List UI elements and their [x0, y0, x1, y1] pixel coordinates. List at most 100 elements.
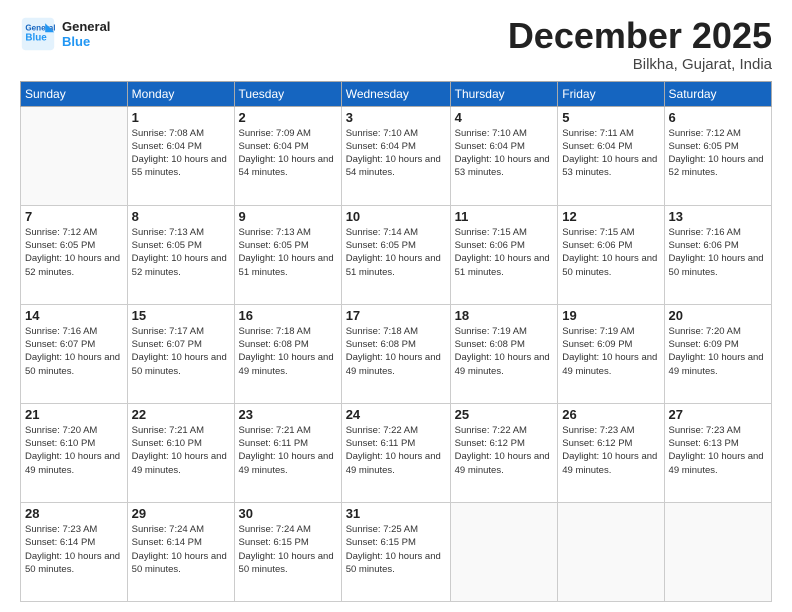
- calendar-cell: 8 Sunrise: 7:13 AM Sunset: 6:05 PM Daylig…: [127, 205, 234, 304]
- calendar-cell: 21 Sunrise: 7:20 AM Sunset: 6:10 PM Dayli…: [21, 403, 128, 502]
- weekday-header-friday: Friday: [558, 81, 664, 106]
- calendar-week-3: 14 Sunrise: 7:16 AM Sunset: 6:07 PM Dayli…: [21, 304, 772, 403]
- calendar-cell: 27Sunrise: 7:23 AM Sunset: 6:13 PM Dayli…: [664, 403, 771, 502]
- day-info: Sunrise: 7:19 AM Sunset: 6:09 PM Dayligh…: [562, 325, 659, 378]
- calendar-cell: 30Sunrise: 7:24 AM Sunset: 6:15 PM Dayli…: [234, 502, 341, 601]
- calendar-table: SundayMondayTuesdayWednesdayThursdayFrid…: [20, 81, 772, 602]
- calendar-cell: 17Sunrise: 7:18 AM Sunset: 6:08 PM Dayli…: [341, 304, 450, 403]
- day-info: Sunrise: 7:20 AM Sunset: 6:10 PM Dayligh…: [25, 424, 123, 477]
- day-number: 8: [132, 209, 230, 224]
- calendar-cell: 23Sunrise: 7:21 AM Sunset: 6:11 PM Dayli…: [234, 403, 341, 502]
- calendar-cell: 1 Sunrise: 7:08 AM Sunset: 6:04 PM Daylig…: [127, 106, 234, 205]
- day-info: Sunrise: 7:24 AM Sunset: 6:14 PM Dayligh…: [132, 523, 230, 576]
- day-info: Sunrise: 7:17 AM Sunset: 6:07 PM Dayligh…: [132, 325, 230, 378]
- day-info: Sunrise: 7:11 AM Sunset: 6:04 PM Dayligh…: [562, 127, 659, 180]
- day-info: Sunrise: 7:14 AM Sunset: 6:05 PM Dayligh…: [346, 226, 446, 279]
- day-info: Sunrise: 7:15 AM Sunset: 6:06 PM Dayligh…: [455, 226, 554, 279]
- calendar-week-5: 28 Sunrise: 7:23 AM Sunset: 6:14 PM Dayli…: [21, 502, 772, 601]
- calendar-cell: 7Sunrise: 7:12 AM Sunset: 6:05 PM Daylig…: [21, 205, 128, 304]
- day-info: Sunrise: 7:18 AM Sunset: 6:08 PM Dayligh…: [239, 325, 337, 378]
- calendar-cell: [558, 502, 664, 601]
- calendar-cell: 10 Sunrise: 7:14 AM Sunset: 6:05 PM Dayli…: [341, 205, 450, 304]
- calendar-cell: 22Sunrise: 7:21 AM Sunset: 6:10 PM Dayli…: [127, 403, 234, 502]
- logo-text: General Blue: [62, 19, 110, 49]
- calendar-week-1: 1 Sunrise: 7:08 AM Sunset: 6:04 PM Daylig…: [21, 106, 772, 205]
- day-info: Sunrise: 7:13 AM Sunset: 6:05 PM Dayligh…: [132, 226, 230, 279]
- calendar-cell: 14 Sunrise: 7:16 AM Sunset: 6:07 PM Dayli…: [21, 304, 128, 403]
- header: General Blue General Blue December 2025 …: [20, 16, 772, 73]
- page: General Blue General Blue December 2025 …: [0, 0, 792, 612]
- weekday-header-sunday: Sunday: [21, 81, 128, 106]
- day-number: 10: [346, 209, 446, 224]
- weekday-header-wednesday: Wednesday: [341, 81, 450, 106]
- calendar-week-2: 7Sunrise: 7:12 AM Sunset: 6:05 PM Daylig…: [21, 205, 772, 304]
- calendar-cell: 28 Sunrise: 7:23 AM Sunset: 6:14 PM Dayli…: [21, 502, 128, 601]
- title-block: December 2025 Bilkha, Gujarat, India: [508, 16, 772, 73]
- calendar-cell: 3 Sunrise: 7:10 AM Sunset: 6:04 PM Daylig…: [341, 106, 450, 205]
- day-number: 30: [239, 506, 337, 521]
- calendar-cell: 5 Sunrise: 7:11 AM Sunset: 6:04 PM Daylig…: [558, 106, 664, 205]
- calendar-week-4: 21 Sunrise: 7:20 AM Sunset: 6:10 PM Dayli…: [21, 403, 772, 502]
- calendar-cell: 16 Sunrise: 7:18 AM Sunset: 6:08 PM Dayli…: [234, 304, 341, 403]
- calendar-cell: 11Sunrise: 7:15 AM Sunset: 6:06 PM Dayli…: [450, 205, 558, 304]
- day-number: 14: [25, 308, 123, 323]
- calendar-cell: 20Sunrise: 7:20 AM Sunset: 6:09 PM Dayli…: [664, 304, 771, 403]
- calendar-cell: 15Sunrise: 7:17 AM Sunset: 6:07 PM Dayli…: [127, 304, 234, 403]
- calendar-cell: [664, 502, 771, 601]
- calendar-cell: 2Sunrise: 7:09 AM Sunset: 6:04 PM Daylig…: [234, 106, 341, 205]
- day-number: 24: [346, 407, 446, 422]
- day-info: Sunrise: 7:18 AM Sunset: 6:08 PM Dayligh…: [346, 325, 446, 378]
- day-info: Sunrise: 7:23 AM Sunset: 6:12 PM Dayligh…: [562, 424, 659, 477]
- calendar-cell: 9 Sunrise: 7:13 AM Sunset: 6:05 PM Daylig…: [234, 205, 341, 304]
- weekday-header-monday: Monday: [127, 81, 234, 106]
- day-info: Sunrise: 7:10 AM Sunset: 6:04 PM Dayligh…: [346, 127, 446, 180]
- calendar-cell: 18 Sunrise: 7:19 AM Sunset: 6:08 PM Dayli…: [450, 304, 558, 403]
- calendar-cell: 12Sunrise: 7:15 AM Sunset: 6:06 PM Dayli…: [558, 205, 664, 304]
- day-number: 27: [669, 407, 767, 422]
- weekday-header-row: SundayMondayTuesdayWednesdayThursdayFrid…: [21, 81, 772, 106]
- weekday-header-tuesday: Tuesday: [234, 81, 341, 106]
- day-info: Sunrise: 7:19 AM Sunset: 6:08 PM Dayligh…: [455, 325, 554, 378]
- calendar-cell: 29Sunrise: 7:24 AM Sunset: 6:14 PM Dayli…: [127, 502, 234, 601]
- calendar-cell: 19 Sunrise: 7:19 AM Sunset: 6:09 PM Dayli…: [558, 304, 664, 403]
- day-number: 6: [669, 110, 767, 125]
- day-info: Sunrise: 7:21 AM Sunset: 6:10 PM Dayligh…: [132, 424, 230, 477]
- month-title: December 2025: [508, 16, 772, 56]
- day-info: Sunrise: 7:25 AM Sunset: 6:15 PM Dayligh…: [346, 523, 446, 576]
- day-info: Sunrise: 7:23 AM Sunset: 6:14 PM Dayligh…: [25, 523, 123, 576]
- day-info: Sunrise: 7:12 AM Sunset: 6:05 PM Dayligh…: [25, 226, 123, 279]
- calendar-cell: 13 Sunrise: 7:16 AM Sunset: 6:06 PM Dayli…: [664, 205, 771, 304]
- day-number: 13: [669, 209, 767, 224]
- day-number: 1: [132, 110, 230, 125]
- day-number: 25: [455, 407, 554, 422]
- day-number: 16: [239, 308, 337, 323]
- svg-text:Blue: Blue: [25, 32, 47, 43]
- day-info: Sunrise: 7:16 AM Sunset: 6:06 PM Dayligh…: [669, 226, 767, 279]
- calendar-cell: [450, 502, 558, 601]
- day-info: Sunrise: 7:22 AM Sunset: 6:12 PM Dayligh…: [455, 424, 554, 477]
- calendar-cell: [21, 106, 128, 205]
- day-number: 20: [669, 308, 767, 323]
- day-number: 4: [455, 110, 554, 125]
- day-number: 5: [562, 110, 659, 125]
- day-number: 21: [25, 407, 123, 422]
- weekday-header-thursday: Thursday: [450, 81, 558, 106]
- calendar-cell: 6Sunrise: 7:12 AM Sunset: 6:05 PM Daylig…: [664, 106, 771, 205]
- day-number: 31: [346, 506, 446, 521]
- day-info: Sunrise: 7:16 AM Sunset: 6:07 PM Dayligh…: [25, 325, 123, 378]
- calendar-cell: 24 Sunrise: 7:22 AM Sunset: 6:11 PM Dayli…: [341, 403, 450, 502]
- day-number: 28: [25, 506, 123, 521]
- day-number: 26: [562, 407, 659, 422]
- day-info: Sunrise: 7:10 AM Sunset: 6:04 PM Dayligh…: [455, 127, 554, 180]
- day-number: 3: [346, 110, 446, 125]
- location: Bilkha, Gujarat, India: [508, 56, 772, 73]
- day-info: Sunrise: 7:13 AM Sunset: 6:05 PM Dayligh…: [239, 226, 337, 279]
- logo-icon: General Blue: [20, 16, 56, 52]
- day-number: 18: [455, 308, 554, 323]
- day-info: Sunrise: 7:08 AM Sunset: 6:04 PM Dayligh…: [132, 127, 230, 180]
- day-number: 19: [562, 308, 659, 323]
- day-info: Sunrise: 7:09 AM Sunset: 6:04 PM Dayligh…: [239, 127, 337, 180]
- logo: General Blue General Blue: [20, 16, 110, 52]
- day-info: Sunrise: 7:22 AM Sunset: 6:11 PM Dayligh…: [346, 424, 446, 477]
- day-number: 9: [239, 209, 337, 224]
